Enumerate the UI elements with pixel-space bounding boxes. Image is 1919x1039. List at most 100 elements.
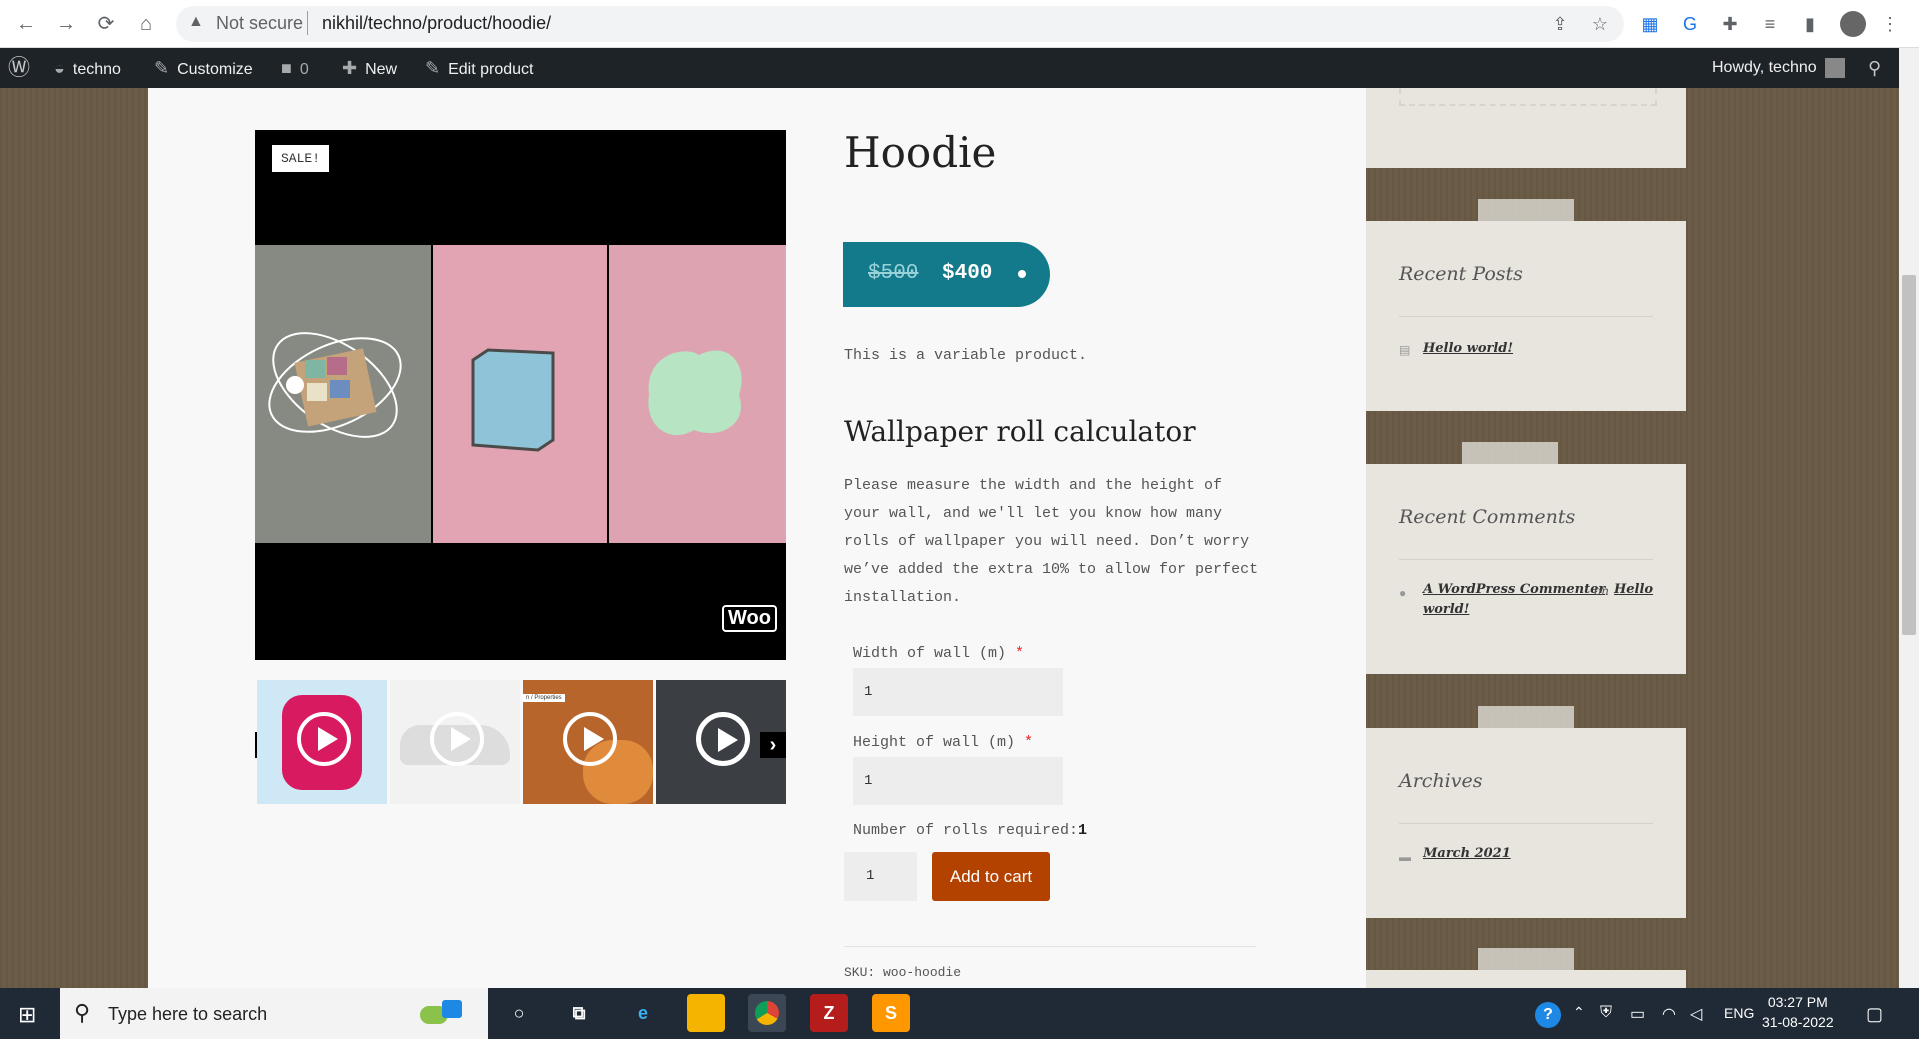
comment-bubble-icon: ■ xyxy=(281,58,292,78)
wifi-icon[interactable]: ◠ xyxy=(1662,1004,1676,1024)
tape-decoration xyxy=(1478,706,1574,728)
price-dot xyxy=(1018,270,1026,278)
height-label: Height of wall (m) * xyxy=(853,734,1034,751)
short-description: This is a variable product. xyxy=(844,347,1088,364)
add-to-cart-button[interactable]: Add to cart xyxy=(932,852,1050,901)
notification-icon[interactable]: ▢ xyxy=(1866,1004,1883,1025)
help-icon[interactable]: ? xyxy=(1535,1002,1561,1028)
thumbnail-3[interactable]: n / Properties xyxy=(523,680,653,804)
reload-icon[interactable]: ⟳ xyxy=(92,10,120,38)
windows-start-icon[interactable]: ⊞ xyxy=(18,1002,36,1028)
sku-text: SKU: woo-hoodie xyxy=(844,965,962,980)
comments-link[interactable]: ■ 0 xyxy=(281,48,309,88)
sale-price: $400 xyxy=(942,262,993,285)
thumb-next-arrow[interactable]: › xyxy=(760,732,786,758)
blue-cube-image xyxy=(471,348,555,452)
sidebar-widget-top xyxy=(1366,88,1686,168)
woo-logo: Woo xyxy=(722,605,777,632)
calculator-description: Please measure the width and the height … xyxy=(844,477,1259,606)
url-text[interactable]: nikhil/techno/product/hoodie/ xyxy=(322,13,551,34)
file-explorer-icon[interactable] xyxy=(687,994,725,1032)
sublime-text-icon[interactable]: S xyxy=(872,994,910,1032)
volume-icon[interactable]: ◁ xyxy=(1690,1004,1702,1024)
my-account-link[interactable]: Howdy, techno xyxy=(1712,48,1845,88)
tape-decoration xyxy=(1478,199,1574,221)
recent-post-link[interactable]: Hello world! xyxy=(1423,341,1513,356)
language-indicator[interactable]: ENG xyxy=(1724,1005,1754,1021)
play-icon xyxy=(430,712,484,766)
search-icon[interactable]: ⚲ xyxy=(1868,48,1889,88)
battery-icon[interactable]: ▭ xyxy=(1630,1004,1645,1024)
rubiks-cube-image xyxy=(268,332,402,438)
thumbnail-2[interactable] xyxy=(390,680,520,804)
plus-icon: ✚ xyxy=(342,58,358,78)
browser-toolbar: ← → ⟳ ⌂ ▲ Not secure nikhil/techno/produ… xyxy=(0,0,1919,48)
required-asterisk: * xyxy=(1024,734,1034,751)
archive-link[interactable]: March 2021 xyxy=(1423,846,1511,861)
calendar-shape xyxy=(442,1000,462,1018)
menu-kebab-icon[interactable]: ⋮ xyxy=(1878,12,1902,36)
new-content-link[interactable]: ✚ New xyxy=(342,48,397,88)
site-name-link[interactable]: ◒ techno xyxy=(54,48,121,88)
task-view-icon[interactable]: ⧉ xyxy=(560,994,598,1032)
sidebar-widget-bottom xyxy=(1366,948,1686,988)
video-panel-pink-blob xyxy=(609,245,786,543)
user-avatar xyxy=(1824,57,1845,78)
widget-recent-comments: Recent Comments ● A WordPress Commenter … xyxy=(1366,442,1686,674)
play-icon xyxy=(696,712,750,766)
divider xyxy=(844,946,1256,947)
comment-icon: ● xyxy=(1399,586,1407,600)
side-panel-icon[interactable]: ▮ xyxy=(1798,12,1822,36)
document-icon: ▤ xyxy=(1399,343,1411,357)
original-price: $500 xyxy=(868,262,919,285)
cortana-icon[interactable]: ○ xyxy=(500,994,538,1032)
filezilla-icon[interactable]: Z xyxy=(810,994,848,1032)
edge-icon[interactable]: e xyxy=(624,994,662,1032)
customize-link[interactable]: ✎ Customize xyxy=(154,48,253,88)
wordpress-logo-icon[interactable]: Ⓦ xyxy=(8,48,38,88)
bookmark-star-icon[interactable]: ☆ xyxy=(1588,12,1612,36)
comment-post-link[interactable]: Hello xyxy=(1614,582,1653,597)
extension-app-icon[interactable]: ▦ xyxy=(1638,12,1662,36)
puzzle-icon[interactable]: ✚ xyxy=(1718,12,1742,36)
thumbnail-caption: n / Properties xyxy=(523,694,565,702)
home-icon[interactable]: ⌂ xyxy=(132,10,160,38)
commenter-link[interactable]: A WordPress Commenter xyxy=(1423,582,1605,597)
comment-post-link-cont[interactable]: world! xyxy=(1423,602,1469,617)
translate-icon[interactable]: G xyxy=(1678,12,1702,36)
news-widget-icon[interactable] xyxy=(410,996,470,1032)
play-icon xyxy=(563,712,617,766)
profile-avatar[interactable] xyxy=(1840,11,1866,37)
media-icon[interactable]: ≡ xyxy=(1758,12,1782,36)
product-gallery-main[interactable] xyxy=(255,130,786,660)
widget-rule xyxy=(1399,559,1653,560)
taskbar-clock[interactable]: 03:27 PM 31-08-2022 xyxy=(1762,992,1834,1032)
recent-comments-title: Recent Comments xyxy=(1399,506,1576,528)
tray-chevron-icon[interactable]: ⌃ xyxy=(1573,1004,1585,1021)
tape-decoration xyxy=(1462,442,1558,464)
quantity-input[interactable]: 1 xyxy=(844,852,917,901)
widget-archives: Archives ▬ March 2021 xyxy=(1366,706,1686,918)
back-icon[interactable]: ← xyxy=(12,10,40,38)
green-blob-image xyxy=(648,350,742,436)
security-shield-icon[interactable]: ⛨ xyxy=(1600,1004,1612,1022)
edit-product-link[interactable]: ✎ Edit product xyxy=(425,48,533,88)
thumbnail-1[interactable] xyxy=(257,680,387,804)
share-icon[interactable]: ⇪ xyxy=(1548,12,1572,36)
warning-icon[interactable]: ▲ xyxy=(188,13,204,31)
video-panel-pink-cube xyxy=(433,245,607,543)
play-icon xyxy=(297,712,351,766)
rolls-required: Number of rolls required:1 xyxy=(853,822,1088,839)
scrollbar-thumb[interactable] xyxy=(1902,275,1916,635)
chrome-icon[interactable] xyxy=(748,994,786,1032)
security-status[interactable]: Not secure xyxy=(216,13,303,34)
widget-rule xyxy=(1399,823,1653,824)
width-label: Width of wall (m) * xyxy=(853,645,1025,662)
search-icon: ⚲ xyxy=(74,1000,91,1025)
url-separator xyxy=(307,11,308,35)
brush-icon: ✎ xyxy=(154,58,170,78)
wp-admin-bar: Ⓦ ◒ techno ✎ Customize ■ 0 ✚ New ✎ Edit produ… xyxy=(0,48,1899,88)
height-input[interactable]: 1 xyxy=(853,757,1063,805)
width-input[interactable]: 1 xyxy=(853,668,1063,716)
forward-icon[interactable]: → xyxy=(52,10,80,38)
